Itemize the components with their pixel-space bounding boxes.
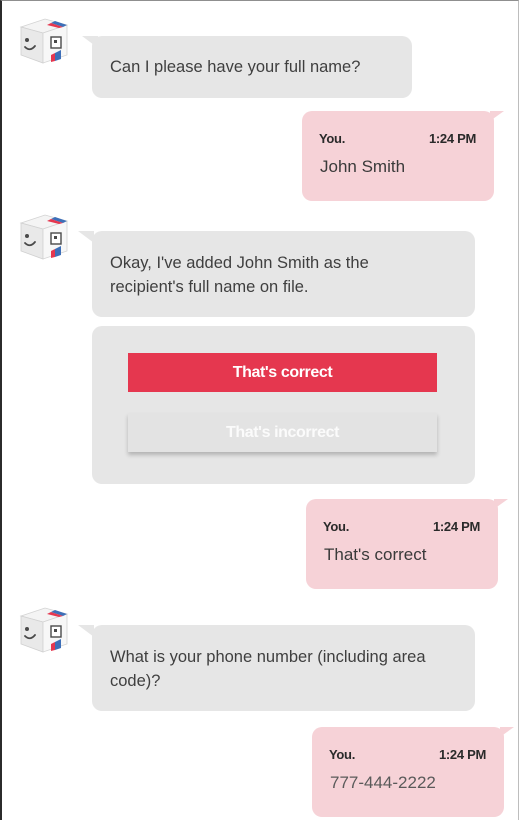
bot-message-text: What is your phone number (including are… xyxy=(110,648,426,690)
bubble-tail xyxy=(78,625,94,637)
bot-message: Okay, I've added John Smith as the recip… xyxy=(78,231,475,317)
bot-avatar-icon xyxy=(15,15,79,75)
user-message-header: You. 1:24 PM xyxy=(319,131,476,146)
bot-avatar-icon xyxy=(15,211,79,271)
user-message-text: That's correct xyxy=(324,545,427,564)
user-message: You. 1:24 PM John Smith xyxy=(302,111,504,201)
message-timestamp: 1:24 PM xyxy=(428,131,476,146)
message-timestamp: 1:24 PM xyxy=(432,519,480,534)
bot-message-text: Can I please have your full name? xyxy=(110,58,361,76)
sender-label: You. xyxy=(323,519,349,534)
bot-message-text: Okay, I've added John Smith as the recip… xyxy=(110,254,369,296)
bubble-tail xyxy=(78,231,94,243)
bot-avatar-icon xyxy=(15,604,79,664)
bubble-tail xyxy=(494,499,508,509)
user-message-text: 777-444-2222 xyxy=(330,773,436,792)
thats-correct-button[interactable]: That's correct xyxy=(128,353,437,392)
bot-message: Can I please have your full name? xyxy=(82,36,412,98)
user-message: You. 1:24 PM That's correct xyxy=(306,499,508,589)
user-message: You. 1:24 PM 777-444-2222 xyxy=(312,727,514,817)
chat-window: Can I please have your full name? You. 1… xyxy=(0,0,519,820)
user-message-text: John Smith xyxy=(320,157,406,176)
message-timestamp: 1:24 PM xyxy=(438,747,486,762)
bot-message: What is your phone number (including are… xyxy=(78,625,475,711)
bubble-tail xyxy=(500,727,514,737)
user-message-header: You. 1:24 PM xyxy=(323,519,480,534)
user-message-header: You. 1:24 PM xyxy=(329,747,486,762)
bubble-tail xyxy=(490,111,504,121)
sender-label: You. xyxy=(329,747,355,762)
thats-incorrect-button[interactable]: That's incorrect xyxy=(128,413,437,452)
quick-reply-card: That's correct That's incorrect xyxy=(92,326,475,484)
sender-label: You. xyxy=(319,131,345,146)
bubble-tail xyxy=(82,36,98,48)
